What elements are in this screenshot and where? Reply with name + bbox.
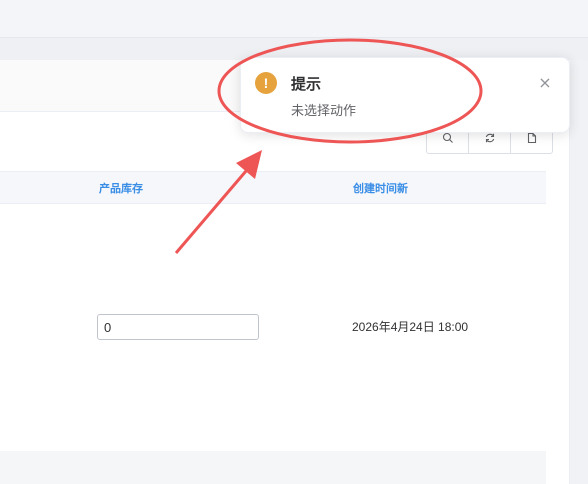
created-time-cell: 2026年4月24日 18:00: [352, 320, 469, 334]
table-footer: [0, 451, 546, 484]
stock-input[interactable]: [97, 314, 259, 340]
search-icon: [442, 132, 453, 143]
notification-title: 提示: [291, 75, 322, 93]
warning-notification: ! 提示 未选择动作 ×: [240, 57, 570, 133]
table-header: 产品库存 创建时间新: [0, 171, 546, 204]
column-header-stock[interactable]: 产品库存: [99, 172, 143, 205]
close-icon[interactable]: ×: [537, 75, 553, 91]
export-icon: [527, 132, 536, 144]
notification-message: 未选择动作: [291, 104, 357, 119]
warning-icon: !: [255, 72, 277, 94]
column-header-created[interactable]: 创建时间新: [353, 172, 408, 205]
top-navbar: [0, 0, 588, 38]
refresh-icon: [485, 133, 494, 143]
